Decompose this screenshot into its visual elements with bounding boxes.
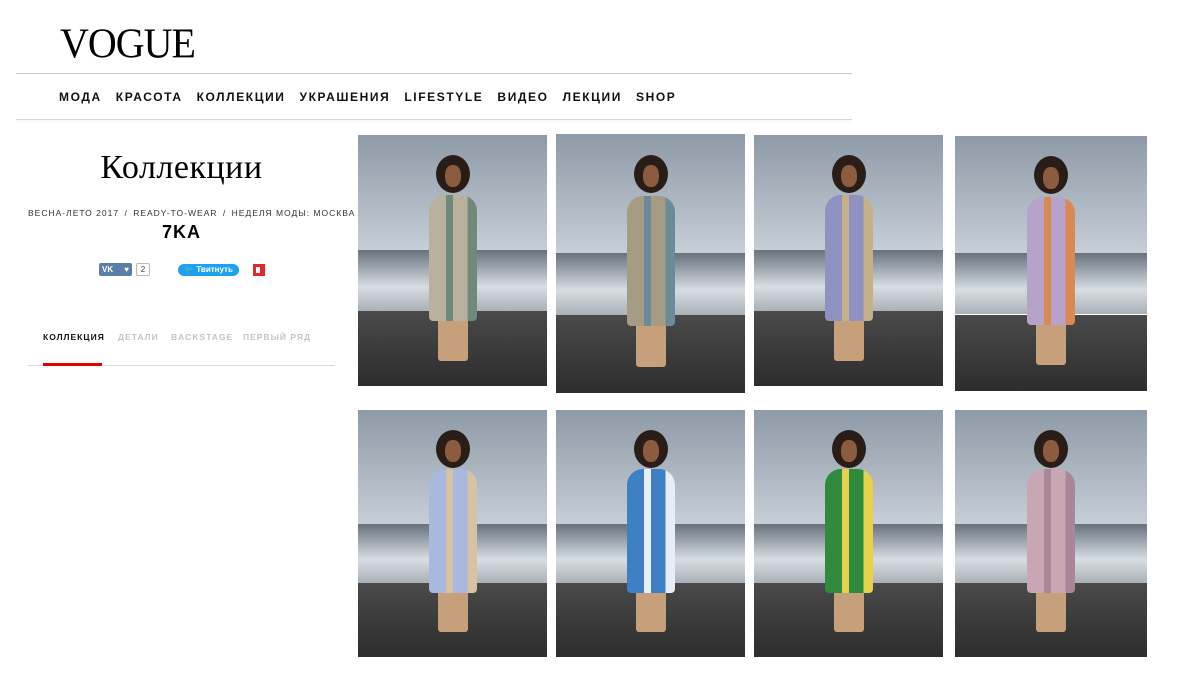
twitter-icon: 🐦	[184, 265, 195, 274]
model-coat	[824, 195, 873, 321]
tab-front-row[interactable]: ПЕРВЫЙ РЯД	[243, 332, 311, 342]
look-photo-1[interactable]	[358, 135, 547, 386]
collection-tabs: КОЛЛЕКЦИЯ ДЕТАЛИ BACKSTAGE ПЕРВЫЙ РЯД	[28, 330, 335, 366]
look-photo-4[interactable]	[955, 136, 1147, 391]
vk-share-button[interactable]: VK ♥	[99, 263, 132, 276]
nav-item-video[interactable]: ВИДЕО	[497, 90, 548, 104]
model-face	[444, 439, 461, 462]
nav-item-jewelry[interactable]: УКРАШЕНИЯ	[300, 90, 391, 104]
look-photo-6[interactable]	[556, 410, 745, 657]
nav-item-shop[interactable]: SHOP	[636, 90, 676, 104]
look-photo-5[interactable]	[358, 410, 547, 657]
twitter-share-label: Твитнуть	[196, 265, 233, 274]
nav-item-beauty[interactable]: КРАСОТА	[116, 90, 183, 104]
model-coat	[1027, 469, 1075, 593]
main-nav: МОДА КРАСОТА КОЛЛЕКЦИИ УКРАШЕНИЯ LIFESTY…	[59, 90, 690, 104]
active-tab-indicator	[43, 363, 102, 366]
collection-sidebar: Коллекции ВЕСНА-ЛЕТО 2017 / READY-TO-WEA…	[28, 140, 356, 366]
look-photo-7[interactable]	[754, 410, 943, 657]
model-coat	[626, 196, 675, 326]
header-divider-top	[16, 73, 852, 74]
vk-share-count: 2	[136, 263, 150, 276]
tab-collection[interactable]: КОЛЛЕКЦИЯ	[43, 332, 105, 342]
nav-item-lifestyle[interactable]: LIFESTYLE	[404, 90, 483, 104]
model-face	[642, 439, 659, 462]
header-divider-bottom	[16, 119, 852, 120]
model-face	[444, 165, 461, 188]
model-coat	[428, 469, 477, 593]
model-face	[1043, 166, 1059, 189]
look-photo-8[interactable]	[955, 410, 1147, 657]
nav-item-lectures[interactable]: ЛЕКЦИИ	[563, 90, 622, 104]
page-title: Коллекции	[100, 149, 263, 186]
vk-icon: VK	[102, 265, 114, 274]
meta-type-link[interactable]: READY-TO-WEAR	[133, 208, 217, 218]
model-coat	[824, 469, 873, 593]
designer-name: 7KA	[161, 222, 201, 242]
share-bar: VK ♥ 2 🐦 Твитнуть	[28, 263, 335, 279]
model-face	[840, 439, 857, 462]
collection-meta: ВЕСНА-ЛЕТО 2017 / READY-TO-WEAR / НЕДЕЛЯ…	[28, 208, 356, 218]
look-photo-3[interactable]	[754, 135, 943, 386]
look-photo-2[interactable]	[556, 134, 745, 393]
model-coat	[1027, 197, 1075, 325]
meta-season-link[interactable]: ВЕСНА-ЛЕТО 2017	[28, 208, 119, 218]
model-face	[840, 165, 857, 188]
nav-item-collections[interactable]: КОЛЛЕКЦИИ	[197, 90, 286, 104]
model-coat	[626, 469, 675, 593]
model-face	[1043, 439, 1059, 462]
twitter-share-button[interactable]: 🐦 Твитнуть	[178, 264, 239, 276]
model-face	[642, 165, 659, 188]
vogue-logo[interactable]: VOGUE	[60, 20, 196, 67]
meta-event-link[interactable]: НЕДЕЛЯ МОДЫ: МОСКВА	[232, 208, 356, 218]
flipboard-icon[interactable]	[253, 264, 265, 276]
tab-backstage[interactable]: BACKSTAGE	[171, 332, 233, 342]
nav-item-fashion[interactable]: МОДА	[59, 90, 102, 104]
heart-icon: ♥	[124, 265, 129, 274]
tab-details[interactable]: ДЕТАЛИ	[118, 332, 159, 342]
model-coat	[428, 195, 477, 321]
